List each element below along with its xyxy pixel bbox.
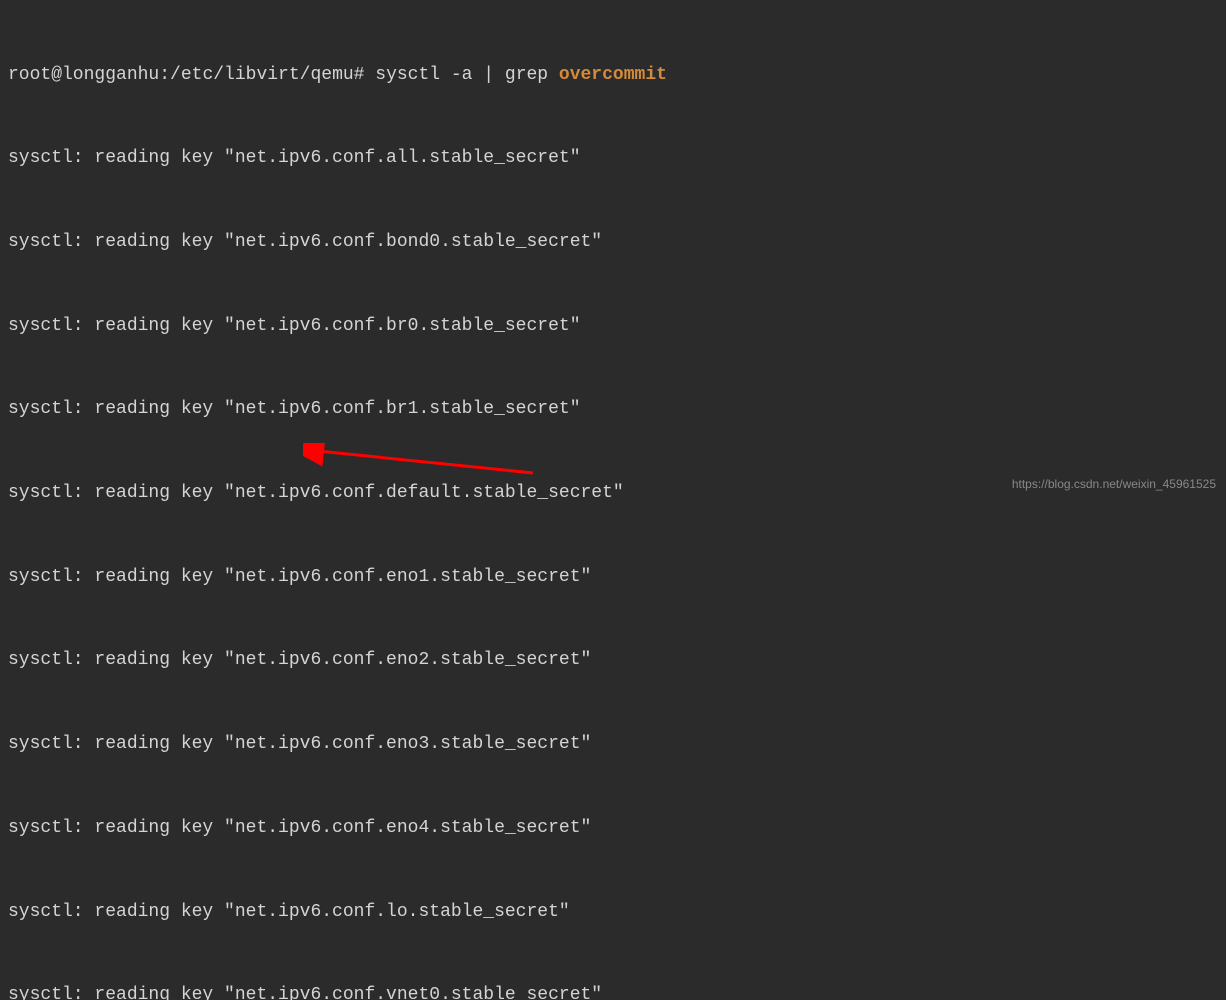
command-text: sysctl -a | grep <box>364 65 558 85</box>
warning-line: sysctl: reading key "net.ipv6.conf.vnet0… <box>8 982 1218 1000</box>
warning-line: sysctl: reading key "net.ipv6.conf.eno4.… <box>8 815 1218 843</box>
prompt-path: :/etc/libvirt/qemu# <box>159 65 364 85</box>
warning-line: sysctl: reading key "net.ipv6.conf.bond0… <box>8 229 1218 257</box>
prompt-user-host: root@longganhu <box>8 65 159 85</box>
warning-line: sysctl: reading key "net.ipv6.conf.all.s… <box>8 145 1218 173</box>
command-highlight: overcommit <box>559 65 667 85</box>
warning-line: sysctl: reading key "net.ipv6.conf.eno3.… <box>8 731 1218 759</box>
watermark-text: https://blog.csdn.net/weixin_45961525 <box>1012 475 1216 494</box>
prompt-line: root@longganhu:/etc/libvirt/qemu# sysctl… <box>8 62 1218 90</box>
terminal-output[interactable]: root@longganhu:/etc/libvirt/qemu# sysctl… <box>8 6 1218 1000</box>
warning-line: sysctl: reading key "net.ipv6.conf.lo.st… <box>8 899 1218 927</box>
warning-line: sysctl: reading key "net.ipv6.conf.eno1.… <box>8 564 1218 592</box>
warning-line: sysctl: reading key "net.ipv6.conf.br1.s… <box>8 396 1218 424</box>
warning-line: sysctl: reading key "net.ipv6.conf.br0.s… <box>8 313 1218 341</box>
warning-line: sysctl: reading key "net.ipv6.conf.eno2.… <box>8 647 1218 675</box>
